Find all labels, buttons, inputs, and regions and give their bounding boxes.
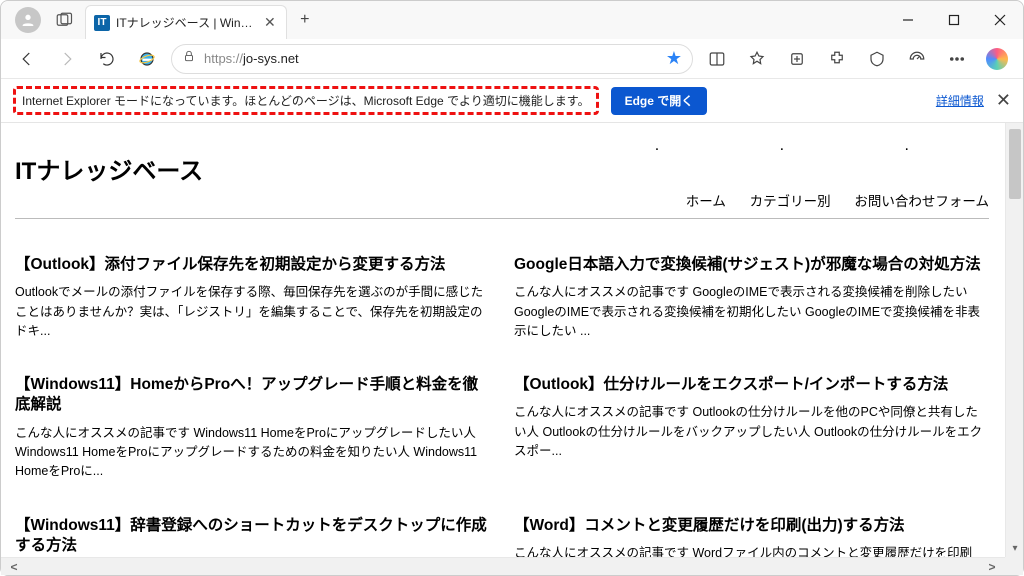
url-text: https://jo-sys.net (204, 51, 299, 66)
scrollbar-corner (1005, 557, 1023, 575)
back-button[interactable] (11, 43, 43, 75)
refresh-button[interactable] (91, 43, 123, 75)
menu-dots: . . . (655, 137, 967, 155)
browser-tab[interactable]: IT ITナレッジベース | WindowsとiPhone ✕ (85, 5, 287, 39)
menu-contact[interactable]: お問い合わせフォーム (854, 194, 989, 209)
tab-close-icon[interactable]: ✕ (262, 14, 278, 31)
site-menu: ホーム カテゴリー別 お問い合わせフォーム (15, 190, 989, 210)
page-body: . . . ITナレッジベース ホーム カテゴリー別 お問い合わせフォーム 【O… (1, 123, 1003, 557)
article-card[interactable]: 【Windows11】HomeからProへ！アップグレード手順と料金を徹底解説こ… (15, 375, 490, 481)
vertical-scrollbar[interactable]: ▾ (1005, 123, 1023, 557)
infobar-close-icon[interactable]: ✕ (996, 90, 1011, 111)
tab-actions-icon[interactable] (51, 7, 77, 33)
ie-mode-infobar: Internet Explorer モードになっています。ほとんどのページは、M… (1, 79, 1023, 123)
window-close-button[interactable] (977, 1, 1023, 39)
article-title: 【Word】コメントと変更履歴だけを印刷(出力)する方法 (514, 516, 989, 536)
window-maximize-button[interactable] (931, 1, 977, 39)
article-title: 【Outlook】添付ファイル保存先を初期設定から変更する方法 (15, 255, 490, 275)
site-title: ITナレッジベース (15, 151, 989, 186)
article-title: 【Windows11】HomeからProへ！アップグレード手順と料金を徹底解説 (15, 375, 490, 415)
menu-category[interactable]: カテゴリー別 (750, 194, 831, 209)
lock-icon (182, 49, 196, 68)
article-excerpt: こんな人にオススメの記事です Windows11 HomeをProにアップグレー… (15, 424, 490, 482)
article-excerpt: こんな人にオススメの記事です Outlookの仕分けルールを他のPCや同僚と共有… (514, 403, 989, 461)
copilot-icon[interactable] (981, 43, 1013, 75)
new-tab-button[interactable]: + (291, 6, 319, 34)
favorite-icon[interactable]: ★ (666, 48, 682, 69)
collections-icon[interactable] (781, 43, 813, 75)
favicon-icon: IT (94, 15, 110, 31)
content-area: . . . ITナレッジベース ホーム カテゴリー別 お問い合わせフォーム 【O… (1, 123, 1023, 575)
titlebar: IT ITナレッジベース | WindowsとiPhone ✕ + (1, 1, 1023, 39)
scrollbar-thumb[interactable] (1009, 129, 1021, 199)
article-title: 【Outlook】仕分けルールをエクスポート/インポートする方法 (514, 375, 989, 395)
open-in-edge-button[interactable]: Edge で開く (611, 87, 708, 115)
favorites-icon[interactable] (741, 43, 773, 75)
ie-mode-message: Internet Explorer モードになっています。ほとんどのページは、M… (22, 92, 590, 109)
article-card[interactable]: Google日本語入力で変換候補(サジェスト)が邪魔な場合の対処方法こんな人にオ… (514, 255, 989, 341)
scroll-down-icon[interactable]: ▾ (1006, 539, 1023, 557)
article-title: Google日本語入力で変換候補(サジェスト)が邪魔な場合の対処方法 (514, 255, 989, 275)
ie-mode-icon[interactable] (131, 43, 163, 75)
article-card[interactable]: 【Word】コメントと変更履歴だけを印刷(出力)する方法こんな人にオススメの記事… (514, 516, 989, 557)
window-minimize-button[interactable] (885, 1, 931, 39)
ie-mode-details-link[interactable]: 詳細情報 (936, 92, 984, 109)
article-title: 【Windows11】辞書登録へのショートカットをデスクトップに作成する方法 (15, 516, 490, 556)
article-card[interactable]: 【Outlook】仕分けルールをエクスポート/インポートする方法こんな人にオスス… (514, 375, 989, 481)
url-field[interactable]: https://jo-sys.net ★ (171, 44, 693, 74)
more-menu-icon[interactable] (941, 43, 973, 75)
extensions-icon[interactable] (821, 43, 853, 75)
tab-title: ITナレッジベース | WindowsとiPhone (116, 14, 256, 31)
article-card[interactable]: 【Windows11】辞書登録へのショートカットをデスクトップに作成する方法こん… (15, 516, 490, 557)
article-excerpt: こんな人にオススメの記事です GoogleのIMEで表示される変換候補を削除した… (514, 283, 989, 341)
menu-home[interactable]: ホーム (686, 194, 726, 209)
browser-essentials-icon[interactable] (861, 43, 893, 75)
article-excerpt: Outlookでメールの添付ファイルを保存する際、毎回保存先を選ぶのが手間に感じ… (15, 283, 490, 341)
profile-avatar[interactable] (15, 7, 41, 33)
article-card[interactable]: 【Outlook】添付ファイル保存先を初期設定から変更する方法 Outlookでメ… (15, 255, 490, 341)
horizontal-scrollbar[interactable]: < > (1, 557, 1005, 575)
ie-mode-message-highlight: Internet Explorer モードになっています。ほとんどのページは、M… (13, 86, 599, 115)
performance-icon[interactable] (901, 43, 933, 75)
scroll-right-icon[interactable]: > (983, 560, 1001, 574)
divider (15, 218, 989, 219)
forward-button[interactable] (51, 43, 83, 75)
split-screen-icon[interactable] (701, 43, 733, 75)
scroll-left-icon[interactable]: < (5, 560, 23, 574)
article-grid: 【Outlook】添付ファイル保存先を初期設定から変更する方法 Outlookでメ… (15, 255, 989, 557)
address-bar: https://jo-sys.net ★ (1, 39, 1023, 79)
article-excerpt: こんな人にオススメの記事です Wordファイル内のコメントと変更履歴だけを印刷（… (514, 544, 989, 557)
